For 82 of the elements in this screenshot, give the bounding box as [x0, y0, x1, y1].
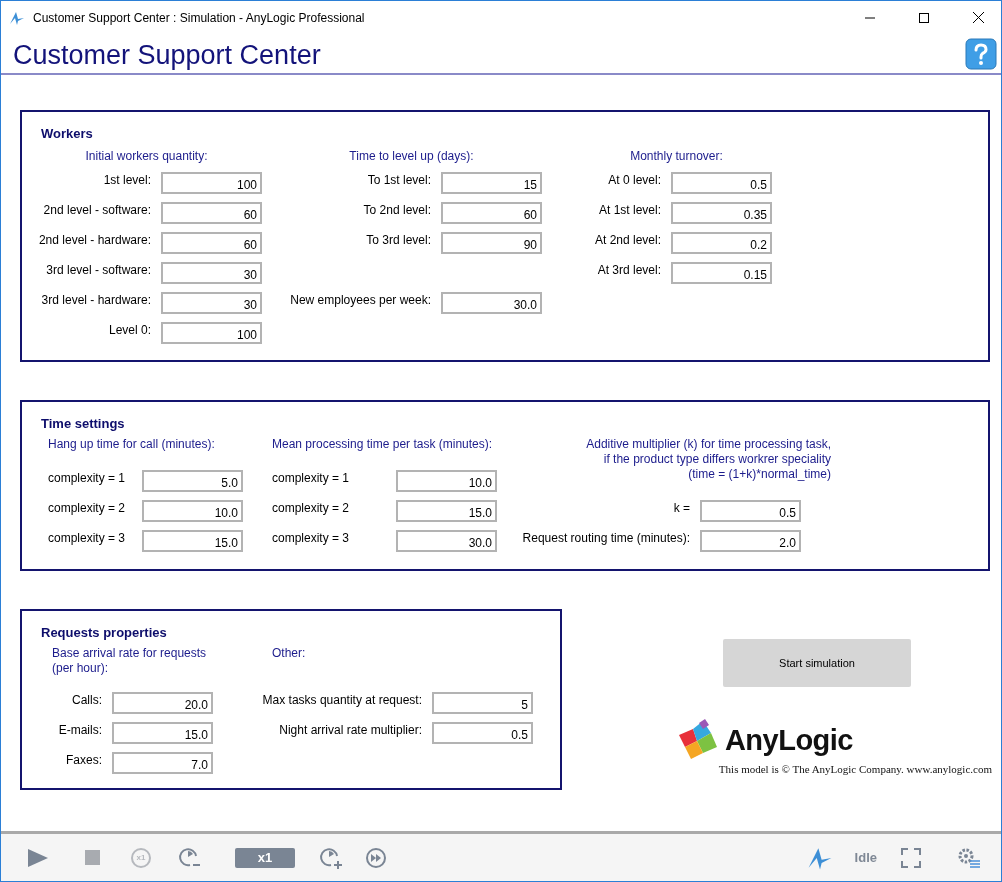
number-field[interactable]: 15.0 — [396, 500, 497, 522]
number-field[interactable]: 5.0 — [142, 470, 243, 492]
field-label: complexity = 1 — [48, 471, 126, 485]
field-label: complexity = 2 — [272, 501, 350, 515]
field-label: 2nd level - software: — [43, 203, 151, 217]
number-field[interactable]: 0.35 — [671, 202, 772, 224]
column-heading: Base arrival rate for requests (per hour): — [52, 646, 208, 676]
number-field[interactable]: 10.0 — [142, 500, 243, 522]
speed-indicator: x1 — [235, 847, 295, 868]
number-field[interactable]: 0.5 — [671, 172, 772, 194]
page-title: Customer Support Center — [13, 40, 321, 71]
play-button[interactable] — [27, 847, 49, 868]
field-label: At 2nd level: — [594, 233, 661, 247]
number-field[interactable]: 10.0 — [396, 470, 497, 492]
number-field[interactable]: 15.0 — [142, 530, 243, 552]
close-icon — [972, 12, 984, 23]
field-label: To 1st level: — [367, 173, 431, 187]
minimize-icon — [865, 16, 875, 19]
number-field[interactable]: 60 — [441, 202, 542, 224]
field-label: k = — [673, 501, 690, 515]
copyright-text: This model is © The AnyLogic Company. www.anylogic.com — [718, 763, 992, 775]
field-label: 3rd level - software: — [46, 263, 151, 277]
field-label: Night arrival rate multiplier: — [279, 723, 422, 737]
section-title: Requests properties — [41, 625, 167, 640]
field-label: complexity = 2 — [48, 501, 126, 515]
field-label: Max tasks quantity at request: — [262, 693, 422, 707]
number-field[interactable]: 90 — [441, 232, 542, 254]
number-field[interactable]: 30 — [161, 262, 262, 284]
fullscreen-button[interactable] — [901, 847, 921, 868]
field-label: 3rd level - hardware: — [41, 293, 151, 307]
number-field[interactable]: 0.5 — [432, 722, 533, 744]
number-field[interactable]: 100 — [161, 322, 262, 344]
number-field[interactable]: 30 — [161, 292, 262, 314]
fast-forward-button[interactable] — [365, 846, 387, 869]
column-heading: Monthly turnover: — [629, 149, 724, 164]
number-field[interactable]: 5 — [432, 692, 533, 714]
field-label: complexity = 3 — [48, 531, 126, 545]
column-heading: Hang up time for call (minutes): — [48, 437, 216, 452]
field-label: At 1st level: — [598, 203, 661, 217]
number-field[interactable]: 7.0 — [112, 752, 213, 774]
number-field[interactable]: 15.0 — [112, 722, 213, 744]
field-label: complexity = 3 — [272, 531, 350, 545]
column-heading: Time to level up (days): — [348, 149, 475, 164]
maximize-icon — [919, 12, 929, 23]
start-simulation-button[interactable]: Start simulation — [723, 639, 911, 687]
logo-wordmark: AnyLogic — [724, 723, 853, 757]
number-field[interactable]: 0.2 — [671, 232, 772, 254]
number-field[interactable]: 15 — [441, 172, 542, 194]
column-heading: Additive multiplier (k) for time processing task, if the product type differs workrer speciality (time = (1+k)*normal_time) — [585, 437, 831, 482]
help-icon[interactable] — [965, 38, 997, 70]
field-label: Faxes: — [66, 753, 102, 767]
number-field[interactable]: 20.0 — [112, 692, 213, 714]
number-field[interactable]: 0.15 — [671, 262, 772, 284]
column-heading: Initial workers quantity: — [84, 149, 209, 164]
field-label: To 2nd level: — [363, 203, 431, 217]
settings-button[interactable] — [957, 846, 981, 869]
number-field[interactable]: 2.0 — [700, 530, 801, 552]
field-label: Calls: — [72, 693, 102, 707]
field-label: 1st level: — [103, 173, 151, 187]
number-field[interactable]: 30.0 — [396, 530, 497, 552]
field-label: complexity = 1 — [272, 471, 350, 485]
puzzle-logo-icon — [676, 719, 719, 761]
column-heading: Mean processing time per task (minutes): — [272, 437, 494, 452]
field-label: 2nd level - hardware: — [38, 233, 151, 247]
field-label: E-mails: — [58, 723, 102, 737]
field-label: At 3rd level: — [597, 263, 661, 277]
field-label: To 3rd level: — [366, 233, 431, 247]
field-label: New employees per week: — [290, 293, 431, 307]
number-field[interactable]: 30.0 — [441, 292, 542, 314]
section-title: Time settings — [41, 416, 125, 431]
number-field[interactable]: 0.5 — [700, 500, 801, 522]
number-field[interactable]: 60 — [161, 232, 262, 254]
field-label: Request routing time (minutes): — [522, 531, 690, 545]
section-title: Workers — [41, 126, 93, 141]
field-label: Level 0: — [108, 323, 151, 337]
column-heading: Other: — [272, 646, 307, 661]
number-field[interactable]: 60 — [161, 202, 262, 224]
status-text: Idle — [854, 850, 877, 865]
field-label: At 0 level: — [608, 173, 661, 187]
window-title: Customer Support Center : Simulation - AnyLogic Professional — [33, 10, 366, 25]
speed-up-button[interactable] — [319, 845, 343, 870]
number-field[interactable]: 100 — [161, 172, 262, 194]
